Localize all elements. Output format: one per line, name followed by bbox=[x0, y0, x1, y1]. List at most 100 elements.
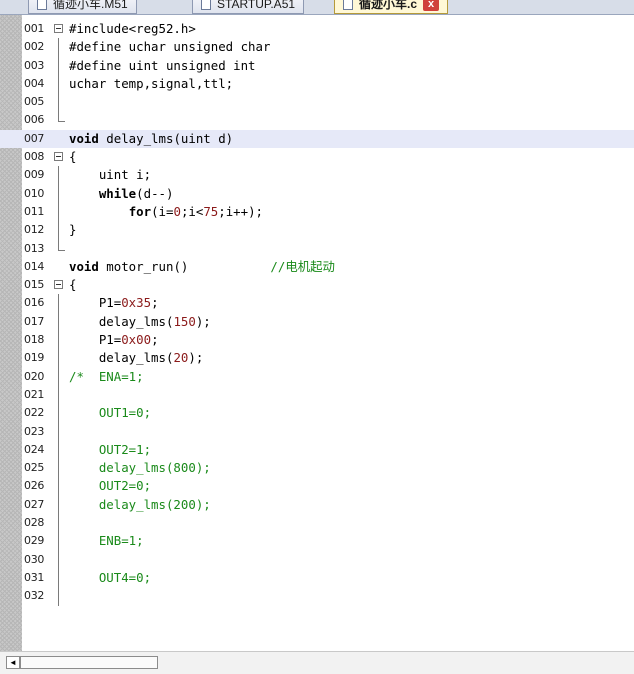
code-line[interactable]: 032 bbox=[0, 587, 634, 606]
scroll-thumb[interactable] bbox=[20, 656, 158, 669]
tab-c-file[interactable]: 循迹小车.c x bbox=[334, 0, 449, 14]
code-lines[interactable]: 001 #include<reg52.h> 002 #define uchar uns… bbox=[0, 20, 634, 606]
code-line[interactable]: 025 delay_lms(800); bbox=[0, 459, 634, 478]
code-line[interactable]: 024 OUT2=1; bbox=[0, 440, 634, 460]
code-text: } bbox=[69, 221, 76, 239]
code-line[interactable]: 012} bbox=[0, 221, 634, 240]
fold-end-guide bbox=[58, 239, 65, 251]
code-editor[interactable]: 001 #include<reg52.h> 002 #define uchar uns… bbox=[0, 15, 634, 651]
fold-guide bbox=[58, 477, 59, 496]
horizontal-scrollbar[interactable]: ◄ bbox=[0, 651, 634, 674]
code-text: delay_lms(800); bbox=[69, 459, 211, 477]
code-line[interactable]: 031 OUT4=0; bbox=[0, 568, 634, 588]
code-line[interactable]: 028 bbox=[0, 514, 634, 533]
line-number: 022 bbox=[24, 406, 45, 420]
line-number: 013 bbox=[24, 241, 45, 255]
fold-toggle-icon[interactable] bbox=[54, 152, 63, 162]
code-text: /* ENA=1; bbox=[69, 368, 144, 386]
fold-guide bbox=[58, 221, 59, 240]
line-number: 017 bbox=[24, 314, 45, 328]
line-number: 001 bbox=[24, 22, 45, 35]
code-line[interactable]: 022 OUT1=0; bbox=[0, 404, 634, 423]
code-token: ; bbox=[151, 295, 159, 311]
code-text: #include<reg52.h> bbox=[69, 20, 196, 38]
fold-guide bbox=[58, 459, 59, 478]
code-line[interactable]: 002 #define uchar unsigned char bbox=[0, 38, 634, 57]
number-token: 75 bbox=[203, 203, 219, 219]
code-line[interactable]: 026 OUT2=0; bbox=[0, 477, 634, 496]
fold-toggle-icon[interactable] bbox=[54, 280, 63, 290]
code-line[interactable]: 004 uchar temp,signal,ttl; bbox=[0, 74, 634, 94]
code-text: OUT2=0; bbox=[69, 477, 151, 495]
code-line[interactable]: 019 delay_lms(20); bbox=[0, 349, 634, 368]
line-number: 018 bbox=[24, 333, 45, 347]
number-token: 0x00 bbox=[121, 332, 152, 348]
fold-guide bbox=[58, 495, 59, 515]
code-token: P1= bbox=[69, 295, 122, 311]
code-token: ;i++); bbox=[218, 203, 264, 219]
keyword-token: while bbox=[98, 185, 137, 201]
code-text: { bbox=[69, 148, 76, 166]
tab-startup-file[interactable]: STARTUP.A51 bbox=[192, 0, 305, 14]
code-line[interactable]: 008 { bbox=[0, 148, 634, 166]
fold-guide bbox=[58, 367, 59, 386]
code-line[interactable]: 029 ENB=1; bbox=[0, 532, 634, 551]
code-line[interactable]: 023 bbox=[0, 422, 634, 441]
comment-token: /* ENA=1; bbox=[69, 368, 144, 384]
code-line[interactable]: 001 #include<reg52.h> bbox=[0, 20, 634, 38]
line-number: 026 bbox=[24, 479, 45, 493]
code-line[interactable]: 009 uint i; bbox=[0, 166, 634, 185]
code-token: delay_lms( bbox=[69, 313, 174, 329]
code-line[interactable]: 006 bbox=[0, 111, 634, 129]
code-line[interactable]: 017 delay_lms(150); bbox=[0, 312, 634, 332]
code-line[interactable]: 030 bbox=[0, 550, 634, 569]
code-text: P1=0x35; bbox=[69, 294, 159, 312]
code-text: delay_lms(20); bbox=[69, 349, 203, 367]
fold-toggle-icon[interactable] bbox=[54, 24, 63, 33]
scroll-left-arrow-icon[interactable]: ◄ bbox=[6, 656, 20, 669]
code-text: for(i=0;i<75;i++); bbox=[69, 203, 263, 221]
code-line[interactable]: 013 bbox=[0, 239, 634, 258]
line-number: 030 bbox=[24, 552, 45, 566]
code-token: (d--) bbox=[136, 185, 174, 201]
code-text: { bbox=[69, 276, 76, 294]
code-line[interactable]: 016 P1=0x35; bbox=[0, 294, 634, 313]
code-line[interactable]: 015 { bbox=[0, 276, 634, 294]
code-line[interactable]: 010 while(d--) bbox=[0, 184, 634, 203]
code-line[interactable]: 018 P1=0x00; bbox=[0, 331, 634, 350]
code-line[interactable]: 014 void motor_run() //电机起动 bbox=[0, 258, 634, 276]
code-line[interactable]: 007 void delay_lms(uint d) bbox=[0, 129, 634, 149]
tab-m51-file[interactable]: 循迹小车.M51 bbox=[28, 0, 137, 14]
line-number: 008 bbox=[24, 150, 45, 164]
line-number: 027 bbox=[24, 497, 45, 511]
code-line[interactable]: 021 bbox=[0, 385, 634, 405]
fold-guide bbox=[58, 56, 59, 75]
code-line[interactable]: 020 /* ENA=1; bbox=[0, 367, 634, 386]
close-tab-icon[interactable]: x bbox=[423, 0, 440, 11]
fold-guide bbox=[58, 349, 59, 368]
number-token: 150 bbox=[173, 313, 196, 329]
code-token: ; bbox=[151, 332, 159, 348]
line-number: 021 bbox=[24, 387, 45, 401]
tab-label: STARTUP.A51 bbox=[217, 0, 296, 11]
code-line[interactable]: 005 bbox=[0, 93, 634, 112]
code-token: #define uchar unsigned char bbox=[69, 39, 271, 55]
code-token: motor_run() bbox=[98, 258, 271, 274]
line-number: 015 bbox=[24, 278, 45, 292]
fold-guide bbox=[58, 312, 59, 332]
fold-guide bbox=[58, 331, 59, 350]
code-line[interactable]: 003 #define uint unsigned int bbox=[0, 56, 634, 75]
code-token: P1= bbox=[69, 332, 122, 348]
fold-guide bbox=[58, 404, 59, 423]
code-line[interactable]: 027 delay_lms(200); bbox=[0, 495, 634, 515]
code-text: OUT4=0; bbox=[69, 569, 151, 587]
code-text: OUT2=1; bbox=[69, 441, 151, 459]
fold-guide bbox=[58, 568, 59, 588]
code-token: { bbox=[69, 149, 77, 165]
code-line[interactable]: 011 for(i=0;i<75;i++); bbox=[0, 202, 634, 222]
code-text: delay_lms(200); bbox=[69, 496, 211, 514]
code-token: delay_lms( bbox=[69, 350, 174, 366]
line-number: 025 bbox=[24, 461, 45, 475]
fold-guide bbox=[58, 294, 59, 313]
tab-label: 循迹小车.M51 bbox=[53, 0, 128, 11]
